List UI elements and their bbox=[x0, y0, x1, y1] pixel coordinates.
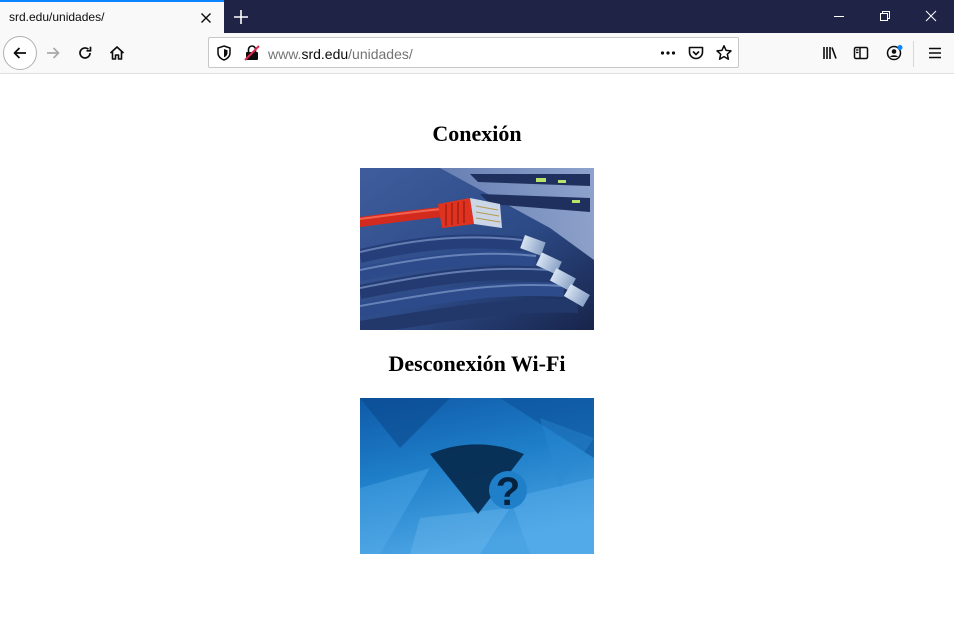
pocket-icon[interactable] bbox=[687, 44, 705, 62]
url-prefix: www. bbox=[268, 46, 302, 62]
home-icon[interactable] bbox=[101, 37, 133, 69]
svg-text:?: ? bbox=[496, 470, 520, 514]
section-heading-desconexion-wifi: Desconexión Wi-Fi bbox=[388, 351, 566, 376]
hamburger-menu-icon[interactable] bbox=[919, 37, 951, 69]
active-tab[interactable]: srd.edu/unidades/ bbox=[0, 0, 224, 33]
ethernet-cable-photo bbox=[360, 168, 594, 330]
navigation-toolbar: www.srd.edu/unidades/ bbox=[0, 33, 954, 74]
toolbar-separator bbox=[913, 41, 914, 67]
tab-title: srd.edu/unidades/ bbox=[9, 10, 105, 24]
close-icon[interactable] bbox=[198, 10, 214, 26]
restore-icon[interactable] bbox=[862, 0, 908, 33]
window-close-icon[interactable] bbox=[908, 0, 954, 33]
account-icon[interactable] bbox=[878, 37, 910, 69]
url-text[interactable]: www.srd.edu/unidades/ bbox=[268, 46, 413, 62]
tab-strip: srd.edu/unidades/ bbox=[0, 0, 954, 33]
url-path: /unidades/ bbox=[348, 46, 413, 62]
plus-icon[interactable] bbox=[230, 6, 252, 28]
insecure-lock-icon[interactable] bbox=[243, 44, 261, 62]
sidebar-icon[interactable] bbox=[845, 37, 877, 69]
section-heading-conexion: Conexión bbox=[432, 121, 522, 146]
library-icon[interactable] bbox=[814, 37, 846, 69]
more-dots-icon[interactable] bbox=[659, 44, 677, 62]
arrow-right-icon[interactable] bbox=[37, 37, 69, 69]
page-content: Conexión Desconexión Wi-Fi ? bbox=[0, 74, 954, 624]
url-host: srd.edu bbox=[301, 46, 349, 62]
url-bar[interactable]: www.srd.edu/unidades/ bbox=[208, 37, 739, 68]
minimize-icon[interactable] bbox=[816, 0, 862, 33]
wifi-question-photo: ? bbox=[360, 398, 594, 554]
arrow-left-icon[interactable] bbox=[3, 36, 37, 70]
star-icon[interactable] bbox=[715, 44, 733, 62]
shield-icon[interactable] bbox=[215, 44, 233, 62]
reload-icon[interactable] bbox=[69, 37, 101, 69]
